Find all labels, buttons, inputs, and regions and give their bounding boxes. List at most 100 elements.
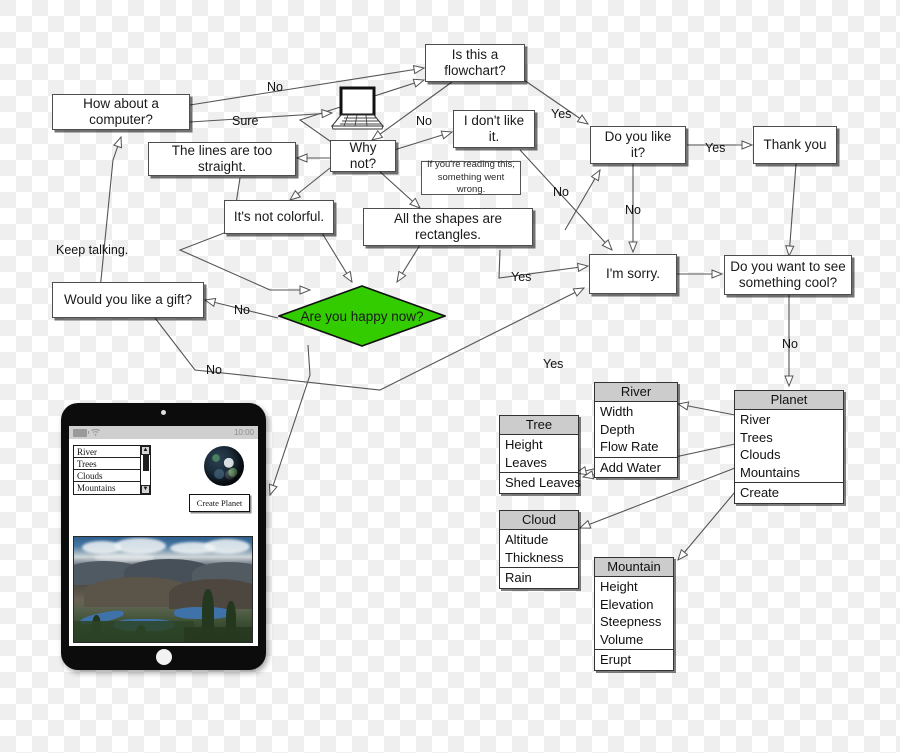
foliage-band xyxy=(74,621,194,642)
uml-attributes: River Trees Clouds Mountains xyxy=(735,410,843,482)
edge-label-sure: Sure xyxy=(232,114,259,128)
uml-operations: Rain xyxy=(500,567,578,588)
node-do-you-want-to-see-something-cool[interactable]: Do you want to see something cool? xyxy=(724,255,852,295)
scroll-down-icon[interactable]: ▼ xyxy=(141,485,150,494)
cloud-shape xyxy=(114,538,166,554)
edge-label-no-right: No xyxy=(625,203,641,217)
node-label: Why not? xyxy=(349,140,377,171)
uml-class-tree[interactable]: Tree Height Leaves Shed Leaves xyxy=(499,415,581,494)
edge-label-yes-like: Yes xyxy=(551,107,572,121)
diagram-canvas: Is this a flowchart? How about a compute… xyxy=(0,0,900,753)
uml-operation: Add Water xyxy=(600,459,661,475)
uml-class-name: Tree xyxy=(500,416,578,435)
node-error-note: If you're reading this, something went w… xyxy=(421,158,521,196)
battery-icon xyxy=(73,428,89,437)
edge-label-no-why: No xyxy=(416,114,432,128)
scrollbar[interactable]: ▲ ▼ xyxy=(140,446,150,494)
uml-attribute: Clouds xyxy=(740,447,781,462)
node-label: I don't like it. xyxy=(463,113,525,144)
node-is-this-a-flowchart[interactable]: Is this a flowchart? xyxy=(425,44,525,82)
uml-attribute: Height xyxy=(600,579,638,594)
edge-label-no-sorry: No xyxy=(553,185,569,199)
node-label: Do you like it? xyxy=(604,129,672,160)
status-bar-left xyxy=(73,428,100,437)
scroll-up-icon[interactable]: ▲ xyxy=(141,446,150,455)
node-do-you-like-it[interactable]: Do you like it? xyxy=(590,126,686,164)
camera-icon xyxy=(161,410,166,415)
edge-label-yes-thank: Yes xyxy=(705,141,726,155)
list-item[interactable]: Trees xyxy=(74,458,140,470)
home-button[interactable] xyxy=(155,649,172,665)
node-label: All the shapes are rectangles. xyxy=(393,211,503,242)
uml-attribute: Altitude xyxy=(505,532,549,547)
uml-attribute: Steepness xyxy=(600,614,662,629)
edge-label-yes-happy: Yes xyxy=(511,270,532,284)
uml-attribute: Elevation xyxy=(600,596,654,612)
node-how-about-a-computer[interactable]: How about a computer? xyxy=(52,94,190,130)
scroll-thumb[interactable] xyxy=(142,455,149,471)
node-label: How about a computer? xyxy=(83,96,159,127)
uml-operation: Create xyxy=(740,485,780,500)
node-would-you-like-a-gift[interactable]: Would you like a gift? xyxy=(52,282,204,318)
node-the-lines-are-too-straight[interactable]: The lines are too straight. xyxy=(148,142,296,176)
uml-attribute: Depth xyxy=(600,421,635,437)
error-note-line-2: something went wrong. xyxy=(437,171,505,196)
landscape-image xyxy=(73,536,253,643)
uml-attribute: Volume xyxy=(600,631,644,647)
cloud-shape xyxy=(204,539,250,554)
uml-operations: Add Water xyxy=(595,456,677,478)
uml-class-planet[interactable]: Planet River Trees Clouds Mountains Crea… xyxy=(734,390,844,504)
app-body: River Trees Clouds Mountains ▲ ▼ Create … xyxy=(69,439,258,646)
uml-class-name: Mountain xyxy=(595,558,673,577)
uml-class-cloud[interactable]: Cloud Altitude Thickness Rain xyxy=(499,510,579,589)
node-label: Would you like a gift? xyxy=(63,292,193,308)
list-item[interactable]: Mountains xyxy=(74,482,140,494)
uml-attributes: Height Elevation Steepness Volume xyxy=(595,577,673,649)
foliage-band xyxy=(184,627,252,642)
uml-attribute: Flow Rate xyxy=(600,439,659,454)
uml-operations: Erupt xyxy=(595,649,673,670)
status-bar: 10:00 xyxy=(69,426,258,439)
create-planet-button[interactable]: Create Planet xyxy=(189,494,250,512)
node-why-not[interactable]: Why not? xyxy=(330,140,396,172)
uml-attribute: Leaves xyxy=(505,454,547,470)
error-note-line-1: If you're reading this, xyxy=(427,158,515,170)
list-item[interactable]: River xyxy=(74,446,140,458)
node-label-line-2: something cool? xyxy=(738,275,838,290)
node-i-dont-like-it[interactable]: I don't like it. xyxy=(453,110,535,148)
node-im-sorry[interactable]: I'm sorry. xyxy=(589,254,677,294)
globe-icon xyxy=(204,446,244,486)
uml-attribute: Thickness xyxy=(505,549,564,565)
uml-attributes: Width Depth Flow Rate xyxy=(595,402,677,457)
uml-attribute: Trees xyxy=(740,429,773,445)
node-label: Thank you xyxy=(763,137,827,153)
uml-attributes: Altitude Thickness xyxy=(500,530,578,567)
uml-attribute: Height xyxy=(505,437,543,452)
diamond-label: Are you happy now? xyxy=(300,308,424,324)
laptop-icon xyxy=(330,86,386,134)
list-items: River Trees Clouds Mountains xyxy=(74,446,140,494)
list-item[interactable]: Clouds xyxy=(74,470,140,482)
node-thank-you[interactable]: Thank you xyxy=(753,126,837,164)
edge-label-no-planet: No xyxy=(782,337,798,351)
node-all-the-shapes-are-rectangles[interactable]: All the shapes are rectangles. xyxy=(363,208,533,246)
edge-label-no-gift: No xyxy=(234,303,250,317)
uml-class-name: Cloud xyxy=(500,511,578,530)
tablet-screen: 10:00 River Trees Clouds Mountains ▲ ▼ C… xyxy=(69,426,258,646)
scroll-track[interactable] xyxy=(141,455,150,485)
status-time: 10:00 xyxy=(233,428,254,437)
edge-label-keep-talking: Keep talking. xyxy=(56,243,129,257)
uml-class-river[interactable]: River Width Depth Flow Rate Add Water xyxy=(594,382,678,478)
node-label: It's not colorful. xyxy=(233,209,325,225)
edge-label-no-top: No xyxy=(267,80,283,94)
decision-are-you-happy-now[interactable]: Are you happy now? xyxy=(278,285,446,347)
node-label: I'm sorry. xyxy=(605,266,661,282)
uml-attribute: River xyxy=(740,412,771,427)
uml-attribute: Mountains xyxy=(740,464,800,480)
planet-feature-list[interactable]: River Trees Clouds Mountains ▲ ▼ xyxy=(73,445,151,495)
node-its-not-colorful[interactable]: It's not colorful. xyxy=(224,200,334,234)
uml-class-mountain[interactable]: Mountain Height Elevation Steepness Volu… xyxy=(594,557,674,671)
node-label: The lines are too straight. xyxy=(171,143,273,174)
uml-operations: Shed Leaves xyxy=(500,472,581,493)
uml-operations: Create xyxy=(735,482,843,503)
